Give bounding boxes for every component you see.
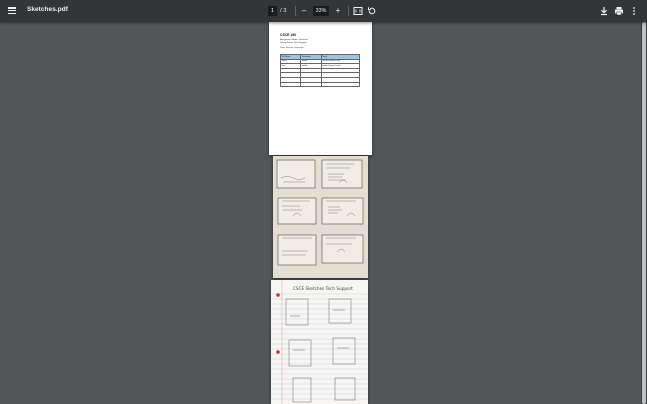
table-cell	[300, 81, 322, 88]
print-icon[interactable]	[613, 5, 625, 17]
page1-line: Group Name: Tech Support	[280, 42, 307, 44]
sketch-notebook-image	[271, 280, 368, 404]
pdf-page-2	[273, 156, 368, 278]
sketch-storyboard-image	[273, 156, 368, 278]
pdf-page-3: CSCE Sketches Tech Support	[271, 280, 368, 404]
scrollbar-thumb[interactable]	[642, 22, 646, 404]
table-cell	[279, 81, 302, 88]
page3-title: CSCE Sketches Tech Support	[293, 286, 353, 291]
download-icon[interactable]	[598, 5, 610, 17]
page1-line: Date: Section: Instructor:	[280, 47, 305, 49]
vertical-scrollbar[interactable]	[641, 22, 647, 404]
toolbar-divider	[348, 6, 349, 16]
toolbar-divider	[295, 6, 296, 16]
file-title: Sketches.pdf	[27, 5, 68, 13]
page-number-input[interactable]: 1	[268, 6, 277, 16]
zoom-out-button[interactable]: –	[298, 5, 310, 17]
zoom-in-button[interactable]: +	[332, 5, 344, 17]
more-options-icon[interactable]	[628, 5, 640, 17]
page1-heading: CSCE 190	[280, 33, 297, 37]
pdf-toolbar: Sketches.pdf 1 / 3 – 33% +	[0, 0, 647, 22]
members-table: Full Name Username Email Jenna jsmith js…	[279, 54, 361, 88]
menu-icon[interactable]	[8, 6, 18, 16]
total-pages: 3	[283, 8, 287, 14]
zoom-level-input[interactable]: 33%	[313, 6, 329, 16]
fit-to-page-icon[interactable]	[352, 5, 364, 17]
page-separator: /	[280, 8, 282, 14]
page-count: / 3	[280, 6, 286, 16]
table-cell	[320, 81, 361, 88]
table-row	[279, 81, 361, 88]
rotate-icon[interactable]	[366, 5, 378, 17]
pdf-page-1: CSCE 190 Assignment Name: Sketches Group…	[269, 22, 372, 155]
